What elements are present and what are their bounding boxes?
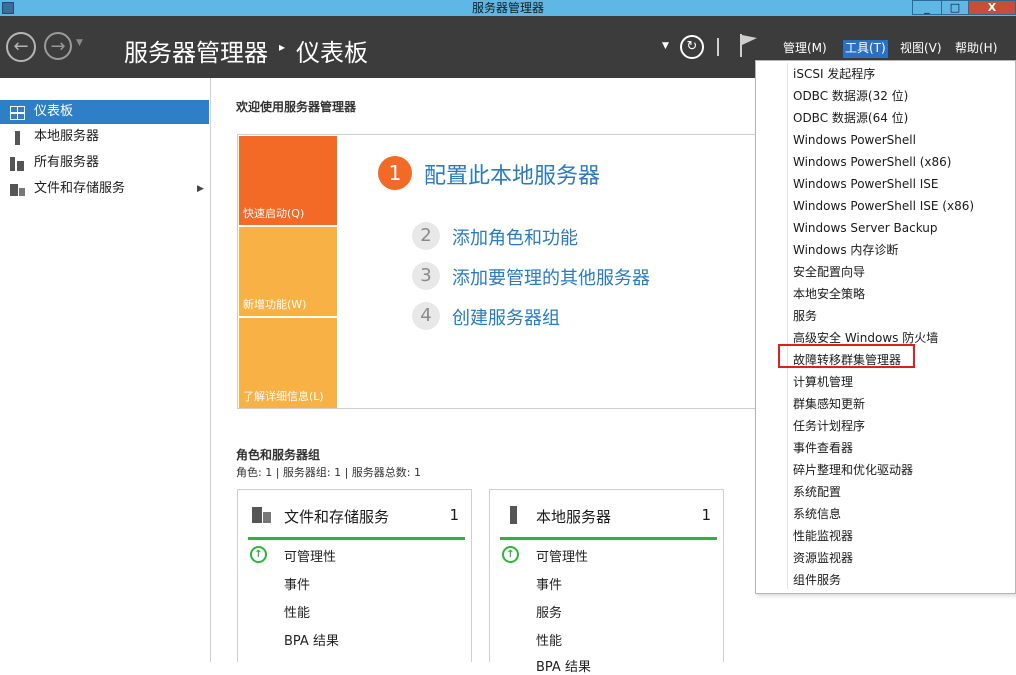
roles-summary: 角色: 1 | 服务器组: 1 | 服务器总数: 1	[236, 466, 422, 479]
step-link-add-servers[interactable]: 添加要管理的其他服务器	[452, 264, 650, 290]
back-arrow-icon: ←	[13, 36, 29, 57]
step-number: 4	[412, 302, 440, 330]
card-row-bpa[interactable]: BPA 结果	[284, 630, 339, 649]
back-button[interactable]: ←	[6, 32, 36, 62]
sidebar-item-label: 仪表板	[34, 104, 74, 119]
card-count: 1	[449, 506, 459, 524]
tools-item-system-configuration[interactable]: 系统配置	[793, 481, 1013, 503]
card-title[interactable]: 本地服务器	[536, 506, 611, 527]
tools-item-memory-diagnostic[interactable]: Windows 内存诊断	[793, 239, 1013, 261]
tools-item-performance-monitor[interactable]: 性能监视器	[793, 525, 1013, 547]
card-row-events[interactable]: 事件	[284, 574, 310, 593]
maximize-button[interactable]: □	[941, 0, 969, 15]
tools-item-services[interactable]: 服务	[793, 305, 1013, 327]
tools-item-task-scheduler[interactable]: 任务计划程序	[793, 415, 1013, 437]
sidebar-item-dashboard[interactable]: 仪表板	[0, 100, 209, 124]
card-title[interactable]: 文件和存储服务	[284, 506, 389, 527]
tools-item-powershell-ise[interactable]: Windows PowerShell ISE	[793, 173, 1013, 195]
card-row-manageability[interactable]: 可管理性	[536, 546, 588, 565]
dashboard-icon	[10, 105, 25, 120]
tools-item-odbc32[interactable]: ODBC 数据源(32 位)	[793, 85, 1013, 107]
notifications-flag-icon[interactable]	[738, 32, 760, 58]
sidebar-item-all-servers[interactable]: 所有服务器	[0, 151, 209, 175]
step-link-configure-local[interactable]: 配置此本地服务器	[424, 158, 600, 190]
breadcrumb-root[interactable]: 服务器管理器	[124, 33, 268, 68]
highlight-box	[778, 344, 915, 368]
sidebar-item-label: 文件和存储服务	[34, 181, 126, 196]
window-title-bar: 服务器管理器 _ □ X	[0, 0, 1016, 16]
header-divider	[717, 38, 719, 56]
menu-manage[interactable]: 管理(M)	[781, 40, 829, 58]
server-icon	[10, 130, 25, 145]
status-bar	[248, 537, 465, 540]
tools-item-system-information[interactable]: 系统信息	[793, 503, 1013, 525]
step-number: 1	[378, 156, 412, 190]
roles-section-title: 角色和服务器组	[236, 448, 321, 462]
forward-button[interactable]: →	[44, 32, 72, 60]
tools-item-event-viewer[interactable]: 事件查看器	[793, 437, 1013, 459]
card-row-events[interactable]: 事件	[536, 574, 562, 593]
card-row-performance[interactable]: 性能	[536, 630, 562, 649]
status-ok-icon: ↑	[502, 546, 519, 563]
step-number: 3	[412, 262, 440, 290]
tile-label: 新增功能(W)	[243, 298, 307, 311]
window-title: 服务器管理器	[471, 1, 544, 15]
history-dropdown-icon[interactable]: ▼	[76, 38, 83, 48]
tile-quick-start[interactable]: 快速启动(Q)	[239, 136, 337, 225]
card-count: 1	[701, 506, 711, 524]
forward-arrow-icon: →	[50, 36, 66, 57]
tools-item-local-security-policy[interactable]: 本地安全策略	[793, 283, 1013, 305]
card-row-services[interactable]: 服务	[536, 602, 562, 621]
tile-whats-new[interactable]: 新增功能(W)	[239, 227, 337, 316]
menu-view[interactable]: 视图(V)	[898, 40, 944, 58]
step-link-create-group[interactable]: 创建服务器组	[452, 304, 560, 330]
card-row-bpa[interactable]: BPA 结果	[536, 656, 591, 675]
tools-dropdown-menu: iSCSI 发起程序 ODBC 数据源(32 位) ODBC 数据源(64 位)…	[755, 60, 1016, 594]
expand-arrow-icon[interactable]: ▶	[197, 177, 204, 201]
menu-help[interactable]: 帮助(H)	[953, 40, 999, 58]
role-card-local-server[interactable]: 本地服务器 1 ↑ 可管理性 事件 服务 性能 BPA 结果	[489, 489, 724, 675]
role-card-file-storage[interactable]: 文件和存储服务 1 ↑ 可管理性 事件 性能 BPA 结果	[237, 489, 472, 662]
sidebar: 仪表板 本地服务器 所有服务器 文件和存储服务 ▶	[0, 78, 211, 662]
tools-item-powershell-ise-x86[interactable]: Windows PowerShell ISE (x86)	[793, 195, 1013, 217]
welcome-title: 欢迎使用服务器管理器	[236, 100, 357, 114]
close-button[interactable]: X	[968, 0, 1016, 15]
sidebar-item-label: 所有服务器	[34, 155, 100, 170]
step-number: 2	[412, 222, 440, 250]
tools-item-resource-monitor[interactable]: 资源监视器	[793, 547, 1013, 569]
tools-item-computer-management[interactable]: 计算机管理	[793, 371, 1013, 393]
header-dropdown-icon[interactable]: ▼	[662, 41, 669, 51]
minimize-button[interactable]: _	[912, 0, 942, 15]
tools-item-odbc64[interactable]: ODBC 数据源(64 位)	[793, 107, 1013, 129]
tools-item-iscsi[interactable]: iSCSI 发起程序	[793, 63, 1013, 85]
server-icon	[504, 506, 524, 524]
tile-label: 快速启动(Q)	[243, 207, 305, 220]
card-row-performance[interactable]: 性能	[284, 602, 310, 621]
servers-icon	[10, 156, 25, 171]
tools-item-powershell-x86[interactable]: Windows PowerShell (x86)	[793, 151, 1013, 173]
sidebar-item-label: 本地服务器	[34, 129, 100, 144]
storage-icon	[252, 506, 272, 524]
refresh-icon[interactable]: ↻	[680, 35, 704, 59]
tools-item-security-config-wizard[interactable]: 安全配置向导	[793, 261, 1013, 283]
breadcrumb-current: 仪表板	[296, 39, 368, 67]
tools-item-server-backup[interactable]: Windows Server Backup	[793, 217, 1013, 239]
status-bar	[500, 537, 717, 540]
tools-item-component-services[interactable]: 组件服务	[793, 569, 1013, 591]
tile-label: 了解详细信息(L)	[243, 390, 324, 403]
status-ok-icon: ↑	[250, 546, 267, 563]
tools-item-defragment[interactable]: 碎片整理和优化驱动器	[793, 459, 1013, 481]
sidebar-item-local-server[interactable]: 本地服务器	[0, 125, 209, 149]
step-link-add-roles[interactable]: 添加角色和功能	[452, 224, 578, 250]
tools-item-powershell[interactable]: Windows PowerShell	[793, 129, 1013, 151]
storage-icon	[10, 182, 25, 196]
sidebar-item-file-storage[interactable]: 文件和存储服务 ▶	[0, 177, 209, 201]
tile-learn-more[interactable]: 了解详细信息(L)	[239, 318, 337, 408]
breadcrumb-separator-icon: ▸	[279, 40, 286, 54]
tools-item-cluster-aware-updating[interactable]: 群集感知更新	[793, 393, 1013, 415]
menu-tools[interactable]: 工具(T)	[843, 40, 888, 58]
card-row-manageability[interactable]: 可管理性	[284, 546, 336, 565]
menu-icon-gutter	[787, 63, 788, 589]
